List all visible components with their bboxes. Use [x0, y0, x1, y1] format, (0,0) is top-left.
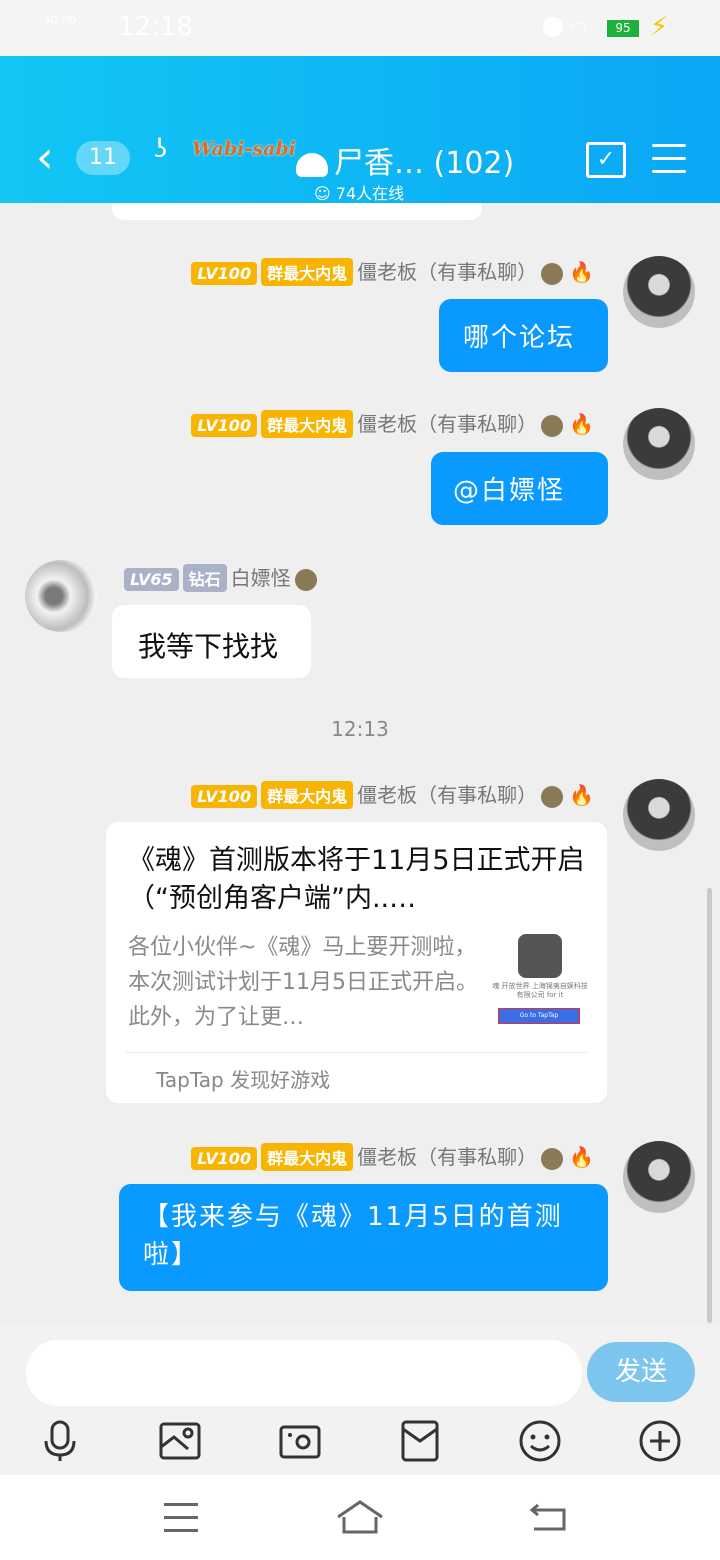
- send-button[interactable]: 发送: [587, 1342, 695, 1402]
- menu-icon[interactable]: [164, 1503, 198, 1542]
- battery-indicator: 95: [606, 19, 640, 38]
- emoji-icon[interactable]: [518, 1419, 562, 1463]
- level-badge: LV100: [191, 414, 258, 437]
- title-badge: 群最大内鬼: [261, 1143, 354, 1171]
- message-bubble[interactable]: 【我来参与《魂》11月5日的首测啦】: [119, 1184, 608, 1291]
- sender-meta: LV100 群最大内鬼 僵老板（有事私聊） 🔥: [191, 1141, 594, 1171]
- chat-header: ‹ 11 ʖ Wabi-sabi 尸香… (102) ☺ 74人在线 ✓: [0, 56, 720, 203]
- network-indicator: 4G HD: [44, 15, 77, 26]
- avatar[interactable]: [25, 560, 97, 632]
- group-title-text: 尸香… (102): [334, 146, 515, 181]
- message-bubble[interactable]: [112, 203, 482, 220]
- medal-icon: [541, 1147, 564, 1170]
- sender-meta: LV100 群最大内鬼 僵老板（有事私聊） 🔥: [191, 256, 594, 286]
- status-time: 12:18: [118, 12, 193, 42]
- medal-icon: [541, 414, 564, 437]
- wifi-icon: ◠: [570, 16, 588, 40]
- image-icon[interactable]: [158, 1419, 202, 1463]
- avatar[interactable]: [623, 256, 695, 328]
- sender-name[interactable]: 僵老板（有事私聊）: [357, 260, 537, 284]
- message-input[interactable]: [26, 1340, 582, 1406]
- group-title[interactable]: 尸香… (102): [296, 138, 514, 182]
- sender-name[interactable]: 白嫖怪: [231, 566, 291, 590]
- sender-meta: LV100 群最大内鬼 僵老板（有事私聊） 🔥: [191, 408, 594, 438]
- online-count[interactable]: ☺ 74人在线: [314, 180, 404, 204]
- thumbnail-button: Go to TapTap: [498, 1008, 580, 1024]
- online-count-text: 74人在线: [335, 184, 405, 203]
- calendar-checkin-icon[interactable]: ✓: [586, 142, 626, 178]
- level-badge: LV100: [191, 1147, 258, 1170]
- card-thumbnail: 魂 开放世界 上海锦夷自娱科技有限公司 for it Go to TapTap: [492, 932, 588, 1024]
- level-badge: LV65: [124, 568, 179, 591]
- sender-name[interactable]: 僵老板（有事私聊）: [357, 412, 537, 436]
- unread-count-badge[interactable]: 11: [76, 141, 130, 175]
- sender-name[interactable]: 僵老板（有事私聊）: [357, 783, 537, 807]
- share-card[interactable]: 《魂》首测版本将于11月5日正式开启（“预创角客户端”内..… 各位小伙伴~《魂…: [106, 822, 607, 1103]
- card-description: 各位小伙伴~《魂》马上要开测啦，本次测试计划于11月5日正式开启。此外，为了让更…: [128, 935, 478, 1030]
- home-icon[interactable]: [336, 1499, 384, 1535]
- fire-icon: 🔥: [569, 783, 594, 807]
- charging-icon: ⚡: [650, 12, 669, 42]
- alarm-icon: [543, 17, 563, 37]
- input-bar: 发送: [0, 1325, 720, 1475]
- title-badge: 钻石: [182, 564, 227, 592]
- status-bar: 4G HD 12:18 ◠ 95 ⚡: [0, 0, 720, 56]
- fire-icon: 🔥: [569, 412, 594, 436]
- title-badge: 群最大内鬼: [261, 781, 354, 809]
- menu-icon[interactable]: [652, 144, 686, 183]
- sender-meta: LV65 钻石 白嫖怪: [124, 562, 317, 592]
- avatar[interactable]: [623, 1141, 695, 1213]
- microphone-icon[interactable]: [38, 1419, 82, 1463]
- red-packet-icon[interactable]: [398, 1419, 442, 1463]
- group-emoji-icon: [296, 152, 328, 177]
- system-nav-bar: [0, 1475, 720, 1560]
- group-tag: Wabi-sabi: [192, 138, 296, 160]
- plus-icon[interactable]: [638, 1419, 682, 1463]
- camera-icon[interactable]: [278, 1419, 322, 1463]
- message-bubble[interactable]: 我等下找找: [112, 605, 311, 678]
- medal-icon: [294, 568, 317, 591]
- game-icon: [518, 934, 562, 978]
- avatar[interactable]: [623, 408, 695, 480]
- medal-icon: [541, 262, 564, 285]
- sender-meta: LV100 群最大内鬼 僵老板（有事私聊） 🔥: [191, 779, 594, 809]
- message-bubble[interactable]: @白嫖怪: [431, 452, 608, 525]
- card-source: TapTap 发现好游戏: [156, 1068, 331, 1092]
- earpiece-mode-icon[interactable]: ʖ: [154, 134, 167, 164]
- card-title: 《魂》首测版本将于11月5日正式开启（“预创角客户端”内..…: [128, 845, 585, 914]
- level-badge: LV100: [191, 785, 258, 808]
- back-icon[interactable]: ‹: [36, 136, 54, 180]
- fire-icon: 🔥: [569, 260, 594, 284]
- message-list[interactable]: LV100 群最大内鬼 僵老板（有事私聊） 🔥 哪个论坛 LV100 群最大内鬼 僵老板（…: [0, 203, 720, 1325]
- thumbnail-caption: 魂 开放世界 上海锦夷自娱科技有限公司 for it: [492, 982, 588, 999]
- timestamp: 12:13: [331, 717, 389, 741]
- title-badge: 群最大内鬼: [261, 410, 354, 438]
- scrollbar[interactable]: [707, 888, 712, 1323]
- avatar[interactable]: [623, 779, 695, 851]
- fire-icon: 🔥: [569, 1145, 594, 1169]
- title-badge: 群最大内鬼: [261, 258, 354, 286]
- level-badge: LV100: [191, 262, 258, 285]
- sender-name[interactable]: 僵老板（有事私聊）: [357, 1145, 537, 1169]
- back-icon[interactable]: [528, 1501, 568, 1533]
- divider: [126, 1052, 587, 1053]
- message-bubble[interactable]: 哪个论坛: [439, 299, 608, 372]
- medal-icon: [541, 785, 564, 808]
- online-icon: ☺: [314, 184, 331, 203]
